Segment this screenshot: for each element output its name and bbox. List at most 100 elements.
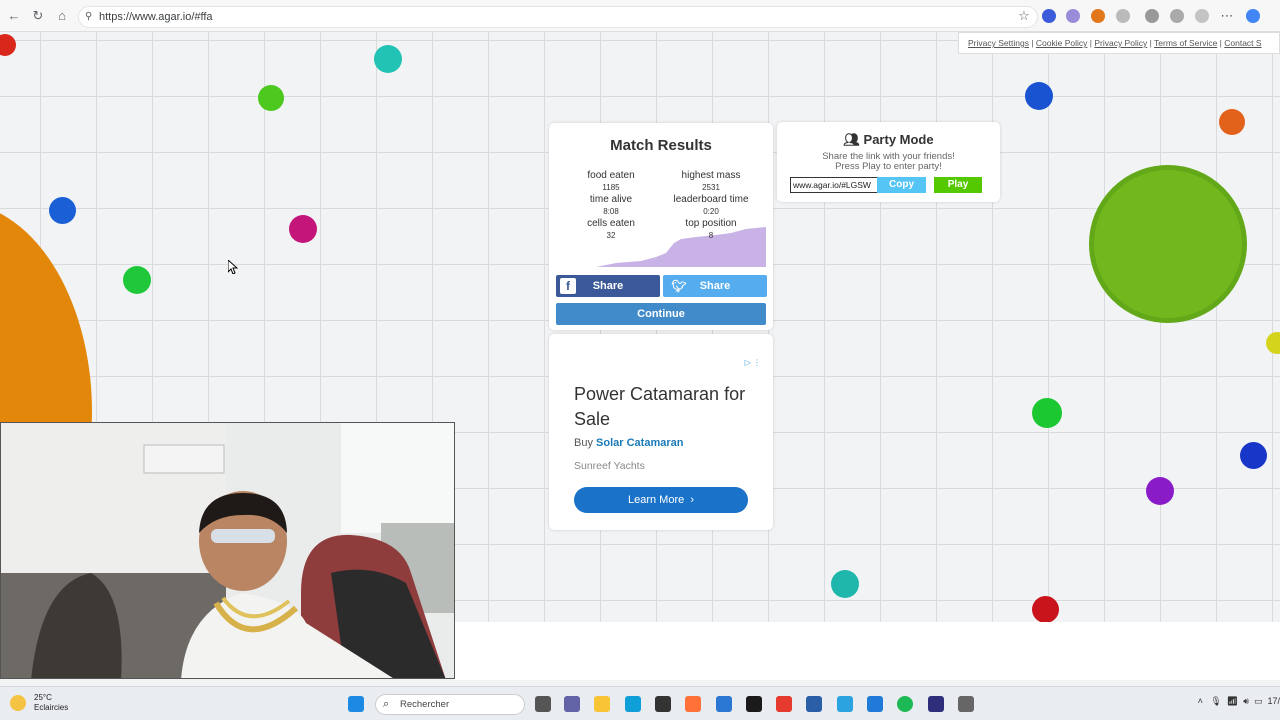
facebook-share-label: Share xyxy=(592,280,624,292)
people-group-icon: 👥︎ xyxy=(843,132,860,147)
windows-start-icon[interactable] xyxy=(348,696,364,712)
taskbar-search[interactable]: ⌕ Rechercher xyxy=(375,694,525,715)
terms-of-service-link[interactable]: Terms of Service xyxy=(1154,38,1217,48)
taskbar-search-placeholder: Rechercher xyxy=(400,699,450,710)
profile-avatar-icon[interactable] xyxy=(1195,9,1209,23)
enemy-cell xyxy=(1089,165,1247,323)
page-background xyxy=(455,622,1280,680)
wifi-icon[interactable]: 📶︎ xyxy=(1227,696,1238,706)
stat-value: 1185 xyxy=(602,183,620,192)
stat-label: top position xyxy=(685,218,737,229)
task-view-icon[interactable] xyxy=(535,696,551,712)
extension-icon[interactable] xyxy=(1042,9,1056,23)
food-cell xyxy=(49,197,76,224)
clock[interactable]: 17/ xyxy=(1267,696,1280,706)
ad-buy-line: Buy Solar Catamaran xyxy=(574,437,683,449)
stat-label: time alive xyxy=(589,194,633,205)
extension-icon[interactable] xyxy=(1066,9,1080,23)
spotify-icon[interactable] xyxy=(897,696,913,712)
windows-taskbar: 25°C Eclaircies ⌕ Rechercher ˄ 🎙︎ 📶︎ 🔊︎ … xyxy=(0,686,1280,720)
cookie-policy-link[interactable]: Cookie Policy xyxy=(1036,38,1088,48)
twitter-bird-icon: 🐦︎ xyxy=(671,279,687,293)
extensions-puzzle-icon[interactable] xyxy=(1145,9,1159,23)
legal-links-bar: Privacy Settings | Cookie Policy | Priva… xyxy=(958,32,1280,54)
party-mode-title-text: Party Mode xyxy=(863,132,934,147)
food-cell xyxy=(831,570,859,598)
adchoices-icon[interactable]: ▷ ⋮ xyxy=(745,358,761,367)
more-menu-icon[interactable]: ⋯ xyxy=(1219,8,1235,24)
tray-chevron-icon[interactable]: ˄ xyxy=(1198,696,1203,706)
food-cell xyxy=(1146,477,1174,505)
stat-value: 8:08 xyxy=(603,207,619,216)
food-cell xyxy=(289,215,317,243)
search-icon: ⌕ xyxy=(383,698,390,710)
metamask-icon[interactable] xyxy=(1091,9,1105,23)
url-text: https://www.agar.io/#ffa xyxy=(99,11,213,23)
address-bar[interactable]: ⚲ https://www.agar.io/#ffa xyxy=(78,6,1038,28)
home-icon[interactable]: ⌂ xyxy=(54,8,70,24)
party-mode-instructions: Share the link with your friends! Press … xyxy=(777,152,1000,172)
battery-icon[interactable]: ▭ xyxy=(1254,696,1263,706)
outlook-icon[interactable] xyxy=(716,696,732,712)
learn-more-label: Learn More xyxy=(627,494,685,506)
food-cell xyxy=(374,45,402,73)
contact-link[interactable]: Contact S xyxy=(1224,38,1261,48)
ad-headline[interactable]: Power Catamaran for Sale xyxy=(574,382,764,432)
app-icon[interactable] xyxy=(776,696,792,712)
privacy-policy-link[interactable]: Privacy Policy xyxy=(1094,38,1147,48)
ad-panel: ▷ ⋮ Power Catamaran for Sale Buy Solar C… xyxy=(549,334,773,530)
food-cell xyxy=(1219,109,1245,135)
store-icon[interactable] xyxy=(655,696,671,712)
match-results-panel: Match Results food eaten 1185 highest ma… xyxy=(549,123,773,330)
razer-icon[interactable] xyxy=(746,696,762,712)
vscode-icon[interactable] xyxy=(806,696,822,712)
party-link-field[interactable]: www.agar.io/#LGSW xyxy=(790,177,878,193)
food-cell xyxy=(123,266,151,294)
app-icon[interactable] xyxy=(867,696,883,712)
teams-icon[interactable] xyxy=(564,696,580,712)
extension-icon[interactable] xyxy=(1116,9,1130,23)
play-button[interactable]: Play xyxy=(934,177,982,193)
site-info-icon[interactable]: ⚲ xyxy=(85,7,92,27)
telegram-icon[interactable] xyxy=(837,696,853,712)
edge-icon[interactable] xyxy=(625,696,641,712)
chevron-right-icon: › xyxy=(687,494,695,506)
continue-button[interactable]: Continue xyxy=(556,303,766,325)
webcam-overlay xyxy=(0,422,455,679)
privacy-settings-link[interactable]: Privacy Settings xyxy=(968,38,1029,48)
facebook-icon: f xyxy=(560,278,576,294)
food-cell xyxy=(258,85,284,111)
food-cell xyxy=(0,34,16,56)
file-explorer-icon[interactable] xyxy=(594,696,610,712)
system-tray: ˄ 🎙︎ 📶︎ 🔊︎ ▭ 17/ xyxy=(1198,696,1280,707)
food-cell xyxy=(1240,442,1267,469)
settings-icon[interactable] xyxy=(958,696,974,712)
food-cell xyxy=(1266,332,1280,354)
volume-icon[interactable]: 🔊︎ xyxy=(1243,696,1249,706)
favorites-icon[interactable] xyxy=(1170,9,1184,23)
firefox-icon[interactable] xyxy=(685,696,701,712)
stat-value: 0:20 xyxy=(703,207,719,216)
weather-temp: 25°C xyxy=(34,693,52,702)
microphone-icon[interactable]: 🎙︎ xyxy=(1210,696,1221,706)
copilot-icon[interactable] xyxy=(1246,9,1260,23)
party-instruction-line: Press Play to enter party! xyxy=(835,161,942,172)
stat-label: leaderboard time xyxy=(673,194,749,205)
stat-label: highest mass xyxy=(681,170,741,181)
learn-more-button[interactable]: Learn More › xyxy=(574,487,748,513)
ad-buy-prefix: Buy xyxy=(574,437,593,449)
copy-button[interactable]: Copy xyxy=(877,177,926,193)
stat-value: 8 xyxy=(708,231,714,240)
stat-value: 32 xyxy=(606,231,616,240)
ad-buy-link[interactable]: Solar Catamaran xyxy=(596,437,683,449)
twitter-share-button[interactable]: 🐦︎ Share xyxy=(663,275,767,297)
app-icon[interactable] xyxy=(928,696,944,712)
reload-icon[interactable]: ↻ xyxy=(30,8,46,24)
stat-label: cells eaten xyxy=(587,218,635,229)
bookmark-star-icon[interactable]: ☆ xyxy=(1016,8,1032,24)
facebook-share-button[interactable]: f Share xyxy=(556,275,660,297)
stat-value: 2531 xyxy=(702,183,720,192)
stat-label: food eaten xyxy=(587,170,635,181)
back-icon[interactable]: ← xyxy=(6,8,22,24)
ad-advertiser: Sunreef Yachts xyxy=(574,460,645,472)
